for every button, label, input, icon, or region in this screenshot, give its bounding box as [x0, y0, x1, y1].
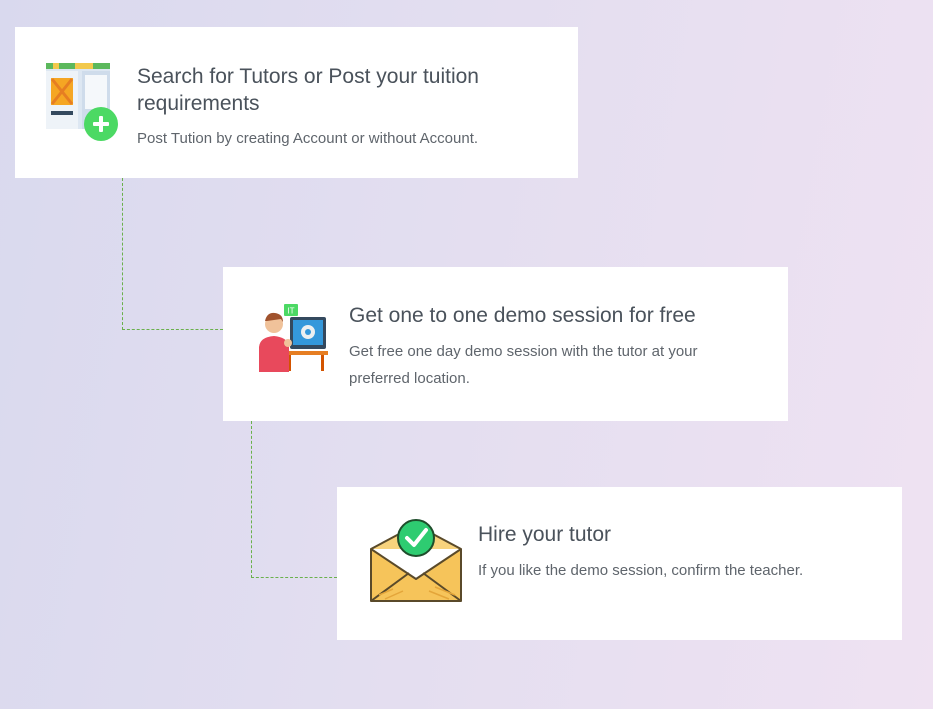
hire-tutor-envelope-icon: [369, 519, 463, 603]
demo-session-icon: IT: [258, 303, 328, 373]
step-description: Get free one day demo session with the t…: [349, 343, 698, 387]
step-description: If you like the demo session, confirm th…: [478, 562, 804, 579]
step-title: Search for Tutors or Post your tuition r…: [137, 65, 479, 115]
step-title: Get one to one demo session for free: [349, 304, 696, 327]
step-title: Hire your tutor: [478, 523, 612, 546]
step-card-search-post: Search for Tutors or Post your tuition r…: [15, 27, 578, 178]
it-badge-label: IT: [287, 307, 294, 316]
connector-step1-vertical: [122, 178, 123, 330]
post-requirement-icon: [45, 61, 121, 145]
step-card-demo-session: IT Get one to one demo session for free …: [223, 267, 788, 421]
connector-step2-vertical: [251, 421, 252, 578]
connector-step1-horizontal: [122, 329, 223, 330]
step-card-hire-tutor: Hire your tutor If you like the demo ses…: [337, 487, 902, 640]
step-description: Post Tution by creating Account or witho…: [137, 130, 479, 147]
connector-step2-horizontal: [251, 577, 337, 578]
